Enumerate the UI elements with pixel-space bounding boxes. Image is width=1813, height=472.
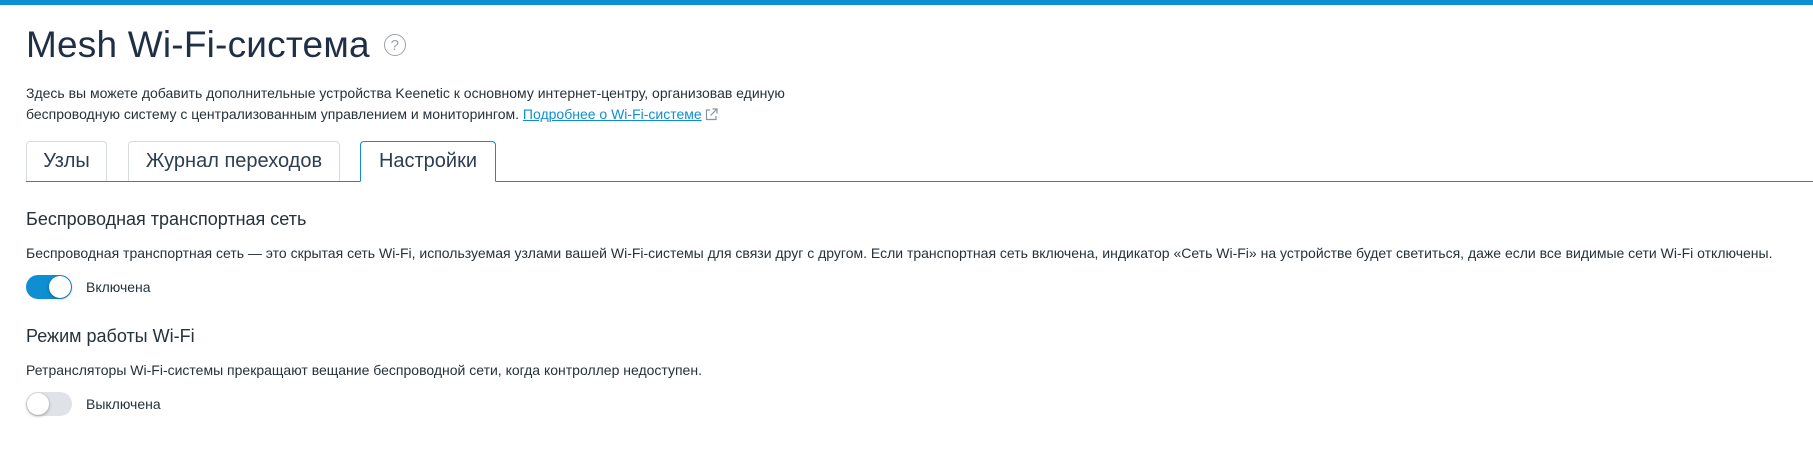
- mesh-settings-page: Mesh Wi-Fi-система ? Здесь вы можете доб…: [26, 18, 1813, 416]
- wifi-mode-section-description: Ретрансляторы Wi-Fi-системы прекращают в…: [26, 362, 702, 378]
- page-title: Mesh Wi-Fi-система: [26, 24, 370, 65]
- intro-text: Здесь вы можете добавить дополнительные …: [26, 83, 866, 127]
- backhaul-section-description: Беспроводная транспортная сеть — это скр…: [26, 245, 1773, 261]
- tab-bar-divider: [26, 181, 1813, 182]
- toggle-knob: [27, 393, 49, 415]
- backhaul-toggle-label: Включена: [86, 279, 151, 295]
- toggle-knob: [49, 276, 71, 298]
- question-circle-icon[interactable]: ?: [383, 34, 406, 56]
- wifi-mode-toggle-row: Выключена: [26, 392, 1813, 416]
- tab-bar: Узлы Журнал переходов Настройки: [26, 141, 1813, 182]
- wifi-mode-section-title: Режим работы Wi-Fi: [26, 326, 195, 346]
- external-link-icon[interactable]: [705, 106, 718, 127]
- tab-settings[interactable]: Настройки: [360, 141, 496, 182]
- backhaul-toggle-row: Включена: [26, 275, 1813, 299]
- backhaul-toggle[interactable]: [26, 275, 72, 299]
- wifi-mode-section: Режим работы Wi-Fi Ретрансляторы Wi-Fi-с…: [26, 326, 1813, 416]
- wifi-system-info-link[interactable]: Подробнее о Wi-Fi-системе: [523, 106, 702, 122]
- backhaul-section: Беспроводная транспортная сеть Беспровод…: [26, 209, 1813, 299]
- backhaul-section-title: Беспроводная транспортная сеть: [26, 209, 307, 229]
- title-row: Mesh Wi-Fi-система ?: [26, 18, 1813, 72]
- tab-transition-log[interactable]: Журнал переходов: [128, 141, 340, 181]
- wifi-mode-toggle[interactable]: [26, 392, 72, 416]
- tab-nodes[interactable]: Узлы: [26, 141, 107, 181]
- top-accent-bar: [0, 0, 1813, 5]
- wifi-mode-toggle-label: Выключена: [86, 396, 161, 412]
